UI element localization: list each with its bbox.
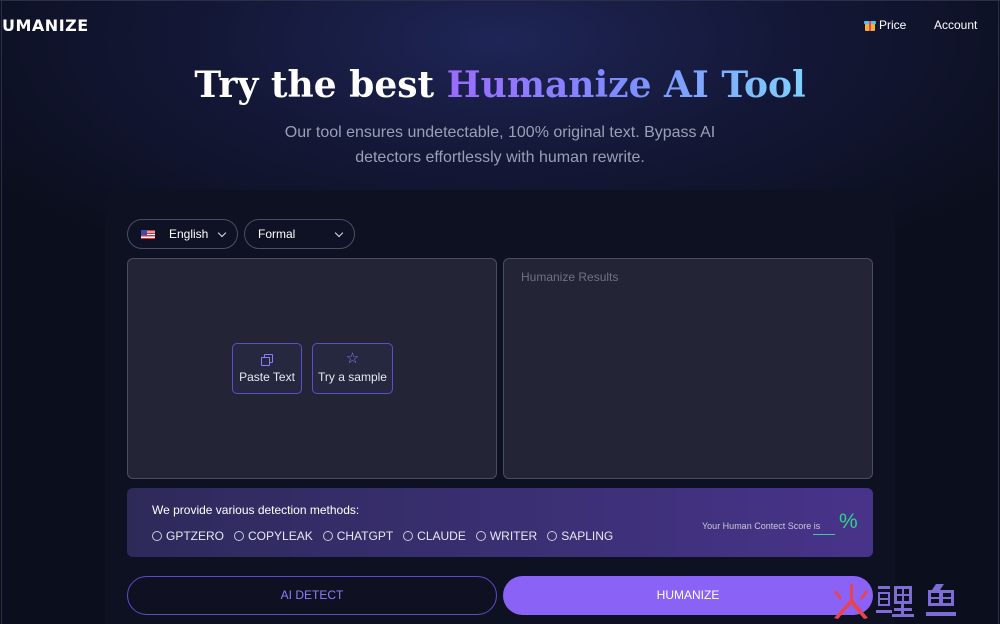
hero-title: Try the best Humanize AI Tool [0,64,1000,106]
copy-icon [261,354,274,367]
hero-title-plain: Try the best [194,64,447,106]
tone-select[interactable]: Formal [244,219,355,249]
nav-price-link[interactable]: Price [864,18,906,32]
hero-title-accent: Humanize AI Tool [446,64,806,106]
star-icon: ☆ [345,350,360,367]
ai-detect-button[interactable]: AI DETECT [127,576,497,615]
paste-text-label: Paste Text [239,370,295,384]
nav-account-link[interactable]: Account [934,18,977,32]
us-flag-icon [141,229,155,239]
detection-title: We provide various detection methods: [152,503,360,517]
method-option-gptzero[interactable]: GPTZERO [152,529,224,543]
method-label: WRITER [489,529,538,543]
method-option-chatgpt[interactable]: CHATGPT [322,529,394,543]
gift-icon [864,19,876,31]
results-text-area[interactable]: Humanize Results [503,258,873,479]
human-score-percent: % [839,510,858,533]
radio-icon[interactable] [152,531,162,541]
nav-price-label: Price [879,18,907,32]
radio-icon[interactable] [403,531,414,541]
logo[interactable]: UMANIZE [2,16,89,35]
tone-select-value: Formal [258,227,296,241]
method-label: GPTZERO [166,529,225,543]
humanize-button[interactable]: HUMANIZE [503,576,873,615]
language-select-value: English [169,227,209,241]
radio-icon[interactable] [475,531,486,541]
method-option-copyleak[interactable]: COPYLEAK [234,529,313,543]
paste-text-button[interactable]: Paste Text [232,343,302,394]
method-label: CHATGPT [336,529,394,543]
chevron-down-icon [334,228,344,238]
watermark-logo [834,584,956,619]
method-option-sapling[interactable]: SAPLING [547,529,613,543]
method-option-claude[interactable]: CLAUDE [403,529,466,543]
radio-icon[interactable] [322,531,333,541]
human-score-label: Your Human Contect Score is [702,521,821,531]
chevron-down-icon [217,228,227,238]
radio-icon[interactable] [234,531,245,541]
hero-subtitle: Our tool ensures undetectable, 100% orig… [284,124,716,166]
site-header: UMANIZE Price Account [0,0,1000,52]
method-option-writer[interactable]: WRITER [475,529,538,543]
language-select[interactable]: English [127,219,238,249]
human-score-value-blank [813,534,835,535]
results-placeholder: Humanize Results [521,270,619,284]
method-label: COPYLEAK [248,529,313,543]
method-label: CLAUDE [417,529,466,543]
detection-methods-panel: We provide various detection methods: GP… [127,488,873,557]
radio-icon[interactable] [547,531,558,541]
method-label: SAPLING [561,529,614,543]
try-sample-button[interactable]: ☆ Try a sample [312,343,393,394]
try-sample-label: Try a sample [318,370,387,384]
detection-method-list: GPTZERO COPYLEAK CHATGPT CLAUDE WRITER S… [152,529,613,543]
